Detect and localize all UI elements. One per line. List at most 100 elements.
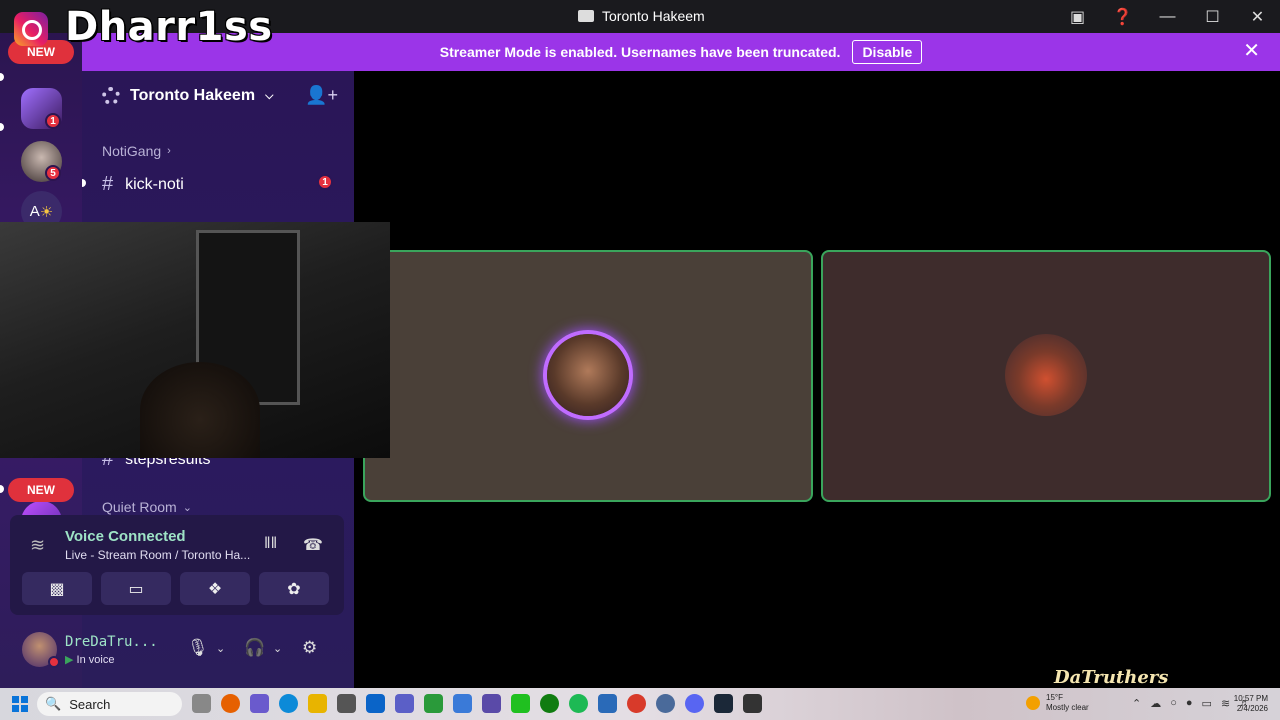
- invite-people-icon[interactable]: 👤+: [305, 85, 338, 106]
- disconnect-icon[interactable]: ☎: [303, 535, 323, 555]
- chevron-down-icon: ⌵: [265, 89, 274, 102]
- cloud-icon[interactable]: ☁: [1150, 697, 1161, 710]
- user-status: ▶ In voice: [65, 653, 114, 666]
- headset-icon[interactable]: 🎧: [244, 638, 265, 658]
- steam-icon[interactable]: [714, 694, 733, 713]
- streamer-name-overlay: Dharr1ss: [65, 4, 273, 50]
- screen-share-icon: ▭: [128, 580, 144, 598]
- chevron-up-icon[interactable]: ⌃: [1132, 697, 1141, 710]
- minimize-icon[interactable]: —: [1145, 0, 1190, 33]
- app-icon[interactable]: [482, 694, 501, 713]
- server-header[interactable]: Toronto Hakeem ⌵: [102, 85, 273, 107]
- camera-off-icon: ▩: [49, 580, 65, 598]
- teams-icon[interactable]: [395, 694, 414, 713]
- screen-share-button[interactable]: ▭: [101, 572, 171, 605]
- server-badge: 1: [45, 113, 61, 129]
- disable-streamer-mode-button[interactable]: Disable: [852, 40, 923, 64]
- xbox-icon[interactable]: [540, 694, 559, 713]
- monitor-icon[interactable]: ▭: [1202, 697, 1212, 710]
- soundboard-icon: ✿: [287, 580, 301, 598]
- chrome-icon[interactable]: [424, 694, 443, 713]
- task-view-icon[interactable]: [192, 694, 211, 713]
- close-icon[interactable]: ✕: [1235, 0, 1280, 33]
- chevron-down-icon[interactable]: ⌄: [216, 642, 225, 655]
- firefox-icon[interactable]: [221, 694, 240, 713]
- server-name: Toronto Hakeem: [130, 87, 256, 104]
- channel-label: kick-noti: [125, 175, 184, 193]
- status-dot: [48, 656, 60, 668]
- wifi-icon[interactable]: ≋: [1221, 697, 1230, 710]
- server-guide-icon: [102, 87, 120, 105]
- channel-kick-noti[interactable]: # kick-noti: [102, 173, 184, 196]
- discord-icon[interactable]: [685, 694, 704, 713]
- taskbar-search[interactable]: 🔍 Search: [37, 692, 182, 716]
- channel-badge: 1: [317, 174, 333, 190]
- voice-location[interactable]: Live - Stream Room / Toronto Ha...: [65, 548, 250, 562]
- app-icon[interactable]: [453, 694, 472, 713]
- inbox-icon[interactable]: ▣: [1055, 0, 1100, 33]
- participant-tile[interactable]: [821, 250, 1271, 502]
- participant-avatar: [547, 334, 629, 416]
- clock-time: 10:57 PM: [1233, 694, 1268, 703]
- server-unread-pip: [0, 485, 4, 493]
- window-title-text: Toronto Hakeem: [602, 8, 705, 24]
- user-panel: DreDaTru... ▶ In voice 🎙 ⌄ 🎧 ⌄ ⚙: [10, 618, 344, 680]
- sun-icon: ☀: [39, 203, 54, 221]
- window-title: Toronto Hakeem: [578, 8, 705, 24]
- chevron-down-icon: ⌄: [182, 501, 192, 514]
- weather-widget[interactable]: 15°F Mostly clear: [1026, 693, 1089, 713]
- category-label: Quiet Room: [102, 499, 177, 515]
- app-icon[interactable]: [627, 694, 646, 713]
- voice-panel: ≋ Voice Connected Live - Stream Room / T…: [10, 515, 344, 615]
- banner-message: Streamer Mode is enabled. Usernames have…: [439, 44, 841, 60]
- text-channel-icon: #: [102, 173, 114, 195]
- server-icon: [578, 10, 594, 22]
- participant-tile[interactable]: [363, 250, 813, 502]
- new-badge: NEW: [8, 478, 74, 502]
- user-name[interactable]: DreDaTru...: [65, 634, 158, 650]
- app-icon[interactable]: [598, 694, 617, 713]
- clock-date: 2/4/2026: [1236, 704, 1268, 713]
- app-icon[interactable]: [656, 694, 675, 713]
- user-status-text: In voice: [76, 654, 115, 666]
- taskbar: 🔍 Search 15°F Mostly clear ⌃ ☁ ○ ● ▭ ≋ ♬…: [0, 688, 1280, 720]
- search-placeholder: Search: [69, 696, 111, 712]
- microphone-icon[interactable]: 🎙: [187, 638, 209, 658]
- soundboard-button[interactable]: ✿: [259, 572, 329, 605]
- weather-desc: Mostly clear: [1046, 703, 1089, 712]
- store-icon[interactable]: [337, 694, 356, 713]
- clock[interactable]: 10:57 PM 2/4/2026: [1234, 694, 1268, 714]
- window-controls: ▣ ❓ — ☐ ✕: [1055, 0, 1280, 33]
- microphone-icon[interactable]: ●: [1186, 697, 1193, 710]
- server-label: A: [29, 203, 40, 220]
- webcam-overlay: [0, 222, 390, 458]
- activities-button[interactable]: ❖: [180, 572, 250, 605]
- edge-icon[interactable]: [279, 694, 298, 713]
- webcam-person: [140, 362, 260, 458]
- obs-icon[interactable]: [743, 694, 762, 713]
- file-explorer-icon[interactable]: [308, 694, 327, 713]
- spotify-icon[interactable]: [569, 694, 588, 713]
- app-icon[interactable]: [511, 694, 530, 713]
- banner-close-icon[interactable]: ✕: [1243, 41, 1260, 61]
- camera-off-button[interactable]: ▩: [22, 572, 92, 605]
- noise-suppression-icon[interactable]: ‖‖: [264, 535, 277, 553]
- category-notigang[interactable]: NotiGang ›: [102, 143, 171, 159]
- participant-avatar: [1005, 334, 1087, 416]
- category-quiet-room[interactable]: Quiet Room ⌄: [102, 499, 192, 515]
- chevron-down-icon[interactable]: ⌄: [273, 642, 282, 655]
- help-icon[interactable]: ❓: [1100, 0, 1145, 33]
- weather-icon: [1026, 696, 1040, 710]
- maximize-icon[interactable]: ☐: [1190, 0, 1235, 33]
- weather-temp: 15°F: [1046, 693, 1063, 702]
- chevron-right-icon: ›: [167, 145, 171, 157]
- copilot-icon[interactable]: [250, 694, 269, 713]
- windows-start-icon[interactable]: [12, 696, 28, 712]
- outlook-icon[interactable]: [366, 694, 385, 713]
- voice-status[interactable]: Voice Connected: [65, 528, 186, 545]
- system-tray: ⌃ ☁ ○ ● ▭ ≋ ♬: [1132, 697, 1250, 710]
- signal-icon[interactable]: ≋: [30, 535, 50, 555]
- network-icon[interactable]: ○: [1170, 697, 1177, 710]
- gear-icon[interactable]: ⚙: [302, 638, 317, 658]
- watermark-logo: DaTruthers: [1054, 667, 1169, 688]
